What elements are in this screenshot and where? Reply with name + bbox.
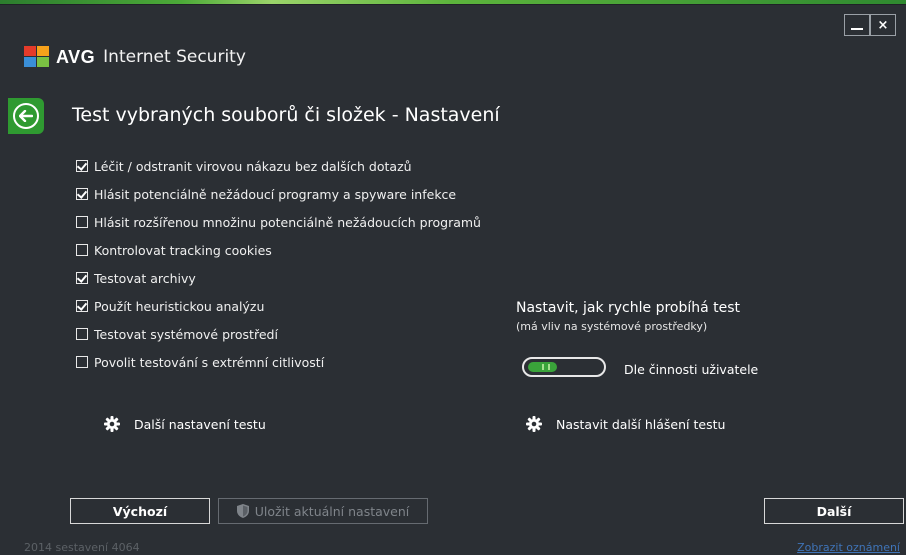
close-button[interactable]: ×: [870, 14, 896, 36]
option-checkbox[interactable]: [76, 328, 88, 340]
option-label: Kontrolovat tracking cookies: [94, 242, 272, 258]
option-report-pup[interactable]: Hlásit potenciálně nežádoucí programy a …: [76, 180, 481, 208]
more-reports-link[interactable]: Nastavit další hlášení testu: [526, 416, 725, 432]
option-label: Hlásit rozšířenou množinu potenciálně ne…: [94, 214, 481, 230]
gear-icon: [526, 416, 542, 432]
option-label: Povolit testování s extrémní citlivostí: [94, 354, 325, 370]
more-settings-label: Další nastavení testu: [134, 416, 266, 432]
minimize-button[interactable]: [844, 14, 870, 36]
build-info: 2014 sestavení 4064: [24, 541, 140, 554]
app-product-name: Internet Security: [103, 47, 246, 67]
option-heal[interactable]: Léčit / odstranit virovou nákazu bez dal…: [76, 152, 481, 180]
option-system-environment[interactable]: Testovat systémové prostředí: [76, 320, 481, 348]
scan-options-list: Léčit / odstranit virovou nákazu bez dal…: [76, 152, 481, 376]
option-label: Léčit / odstranit virovou nákazu bez dal…: [94, 158, 412, 174]
show-notifications-link[interactable]: Zobrazit oznámení: [797, 541, 900, 554]
avg-logo-icon: [24, 46, 49, 67]
save-settings-button[interactable]: Uložit aktuální nastavení: [218, 498, 428, 524]
default-button[interactable]: Výchozí: [70, 498, 210, 524]
next-button[interactable]: Další: [764, 498, 904, 524]
option-checkbox[interactable]: [76, 356, 88, 368]
option-checkbox[interactable]: [76, 160, 88, 172]
speed-slider-fill[interactable]: [528, 362, 557, 372]
speed-title: Nastavit, jak rychle probíhá test: [516, 300, 741, 316]
option-label: Použít heuristickou analýzu: [94, 298, 265, 314]
close-icon: ×: [877, 17, 889, 33]
option-checkbox[interactable]: [76, 216, 88, 228]
option-extreme-sensitivity[interactable]: Povolit testování s extrémní citlivostí: [76, 348, 481, 376]
option-archives[interactable]: Testovat archivy: [76, 264, 481, 292]
app-brand: AVG: [56, 46, 96, 67]
option-checkbox[interactable]: [76, 300, 88, 312]
more-reports-label: Nastavit další hlášení testu: [556, 416, 726, 432]
speed-slider[interactable]: [522, 357, 606, 377]
minimize-icon: [851, 28, 863, 30]
option-label: Hlásit potenciálně nežádoucí programy a …: [94, 186, 457, 202]
top-accent-gradient: [0, 0, 906, 4]
speed-value-label: Dle činnosti uživatele: [624, 362, 759, 377]
more-settings-link[interactable]: Další nastavení testu: [104, 416, 266, 432]
page-title: Test vybraných souborů či složek - Nasta…: [72, 104, 500, 126]
option-checkbox[interactable]: [76, 272, 88, 284]
option-label: Testovat archivy: [94, 270, 196, 286]
app-logo: AVG Internet Security: [24, 46, 246, 68]
option-checkbox[interactable]: [76, 188, 88, 200]
arrow-left-icon: [13, 103, 39, 129]
option-tracking-cookies[interactable]: Kontrolovat tracking cookies: [76, 236, 481, 264]
gear-icon: [104, 416, 120, 432]
option-label: Testovat systémové prostředí: [94, 326, 278, 342]
back-button[interactable]: [8, 98, 44, 134]
option-report-extended-pup[interactable]: Hlásit rozšířenou množinu potenciálně ne…: [76, 208, 481, 236]
speed-note: (má vliv na systémové prostředky): [516, 320, 708, 333]
option-checkbox[interactable]: [76, 244, 88, 256]
save-settings-label: Uložit aktuální nastavení: [254, 503, 410, 519]
shield-icon: [236, 504, 249, 518]
option-heuristics[interactable]: Použít heuristickou analýzu: [76, 292, 481, 320]
